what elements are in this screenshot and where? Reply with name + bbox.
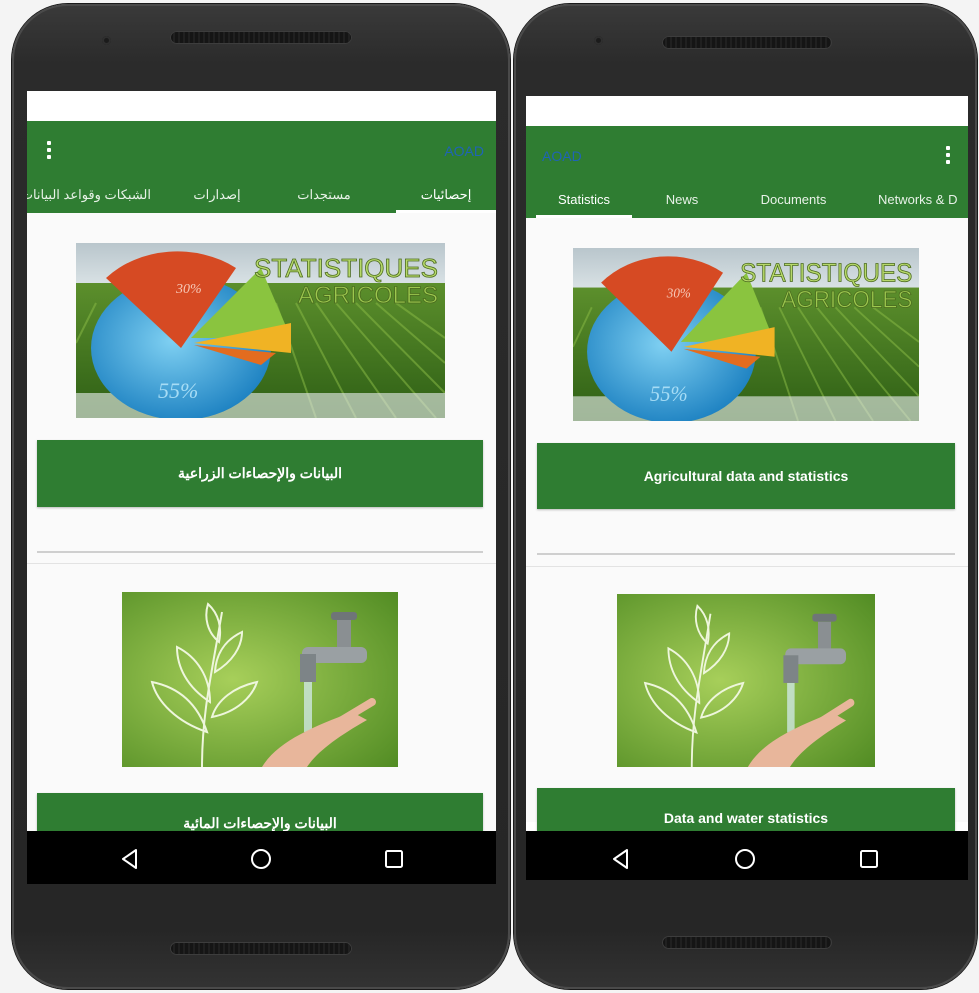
phone-frame-left: AOAD إحصائيات مستجدات إصدارات الشبكات وق… [12, 4, 510, 989]
card-separator [526, 566, 968, 567]
content-area: 30% 55% STATISTIQUES AGRICOLES البيانات … [27, 213, 496, 853]
recents-icon[interactable] [856, 846, 882, 872]
tab-networks[interactable]: الشبكات وقواعد البيانات [27, 181, 151, 213]
divider [37, 551, 483, 553]
app-title: AOAD [444, 143, 484, 159]
more-vert-icon[interactable] [47, 141, 51, 159]
agricultural-statistics-image[interactable]: 30% 55% STATISTIQUES AGRICOLES [573, 248, 919, 421]
home-icon[interactable] [248, 846, 274, 872]
image-title-sub: AGRICOLES [298, 282, 438, 309]
app-toolbar: AOAD [27, 121, 496, 181]
back-icon[interactable] [117, 846, 143, 872]
agricultural-data-button[interactable]: البيانات والإحصاءات الزراعية [37, 440, 483, 507]
top-speaker [170, 31, 352, 44]
agricultural-data-button[interactable]: Agricultural data and statistics [537, 443, 955, 509]
screen-right: AOAD Statistics News Documents Networks … [526, 96, 968, 880]
back-icon[interactable] [608, 846, 634, 872]
status-bar [526, 96, 968, 126]
card-separator [27, 563, 496, 564]
bottom-speaker [170, 942, 352, 955]
tab-news[interactable]: News [652, 186, 712, 218]
tab-documents[interactable]: Documents [746, 186, 841, 218]
water-statistics-image[interactable] [122, 592, 398, 767]
pie-label-30: 30% [175, 282, 202, 297]
image-title-main: STATISTIQUES [740, 259, 912, 288]
tab-statistics[interactable]: إحصائيات [396, 181, 496, 213]
front-camera [102, 36, 111, 45]
water-statistics-image[interactable] [617, 594, 875, 767]
pie-label-30: 30% [666, 285, 691, 300]
system-nav-bar [526, 831, 968, 880]
status-bar [27, 91, 496, 121]
screen-left: AOAD إحصائيات مستجدات إصدارات الشبكات وق… [27, 91, 496, 884]
phone-frame-right: AOAD Statistics News Documents Networks … [514, 4, 977, 989]
tab-news[interactable]: مستجدات [279, 181, 369, 213]
front-camera [594, 36, 603, 45]
top-speaker [662, 36, 832, 49]
image-title-sub: AGRICOLES [781, 286, 912, 313]
tab-networks[interactable]: Networks & D [878, 186, 968, 218]
system-nav-bar [27, 831, 496, 884]
pie-label-55: 55% [650, 382, 688, 407]
tab-documents[interactable]: إصدارات [177, 181, 257, 213]
content-area: 30% 55% STATISTIQUES AGRICOLES Agricultu… [526, 218, 968, 848]
bottom-speaker [662, 936, 832, 949]
pie-label-55: 55% [158, 378, 198, 403]
agricultural-statistics-image[interactable]: 30% 55% STATISTIQUES AGRICOLES [76, 243, 445, 418]
tab-bar: إحصائيات مستجدات إصدارات الشبكات وقواعد … [27, 181, 496, 213]
app-toolbar: AOAD [526, 126, 968, 186]
more-vert-icon[interactable] [946, 146, 950, 164]
tab-statistics[interactable]: Statistics [536, 186, 632, 218]
divider [537, 553, 955, 555]
image-title-main: STATISTIQUES [254, 253, 438, 283]
app-title: AOAD [542, 148, 582, 164]
recents-icon[interactable] [381, 846, 407, 872]
home-icon[interactable] [732, 846, 758, 872]
tab-bar: Statistics News Documents Networks & D [526, 186, 968, 218]
